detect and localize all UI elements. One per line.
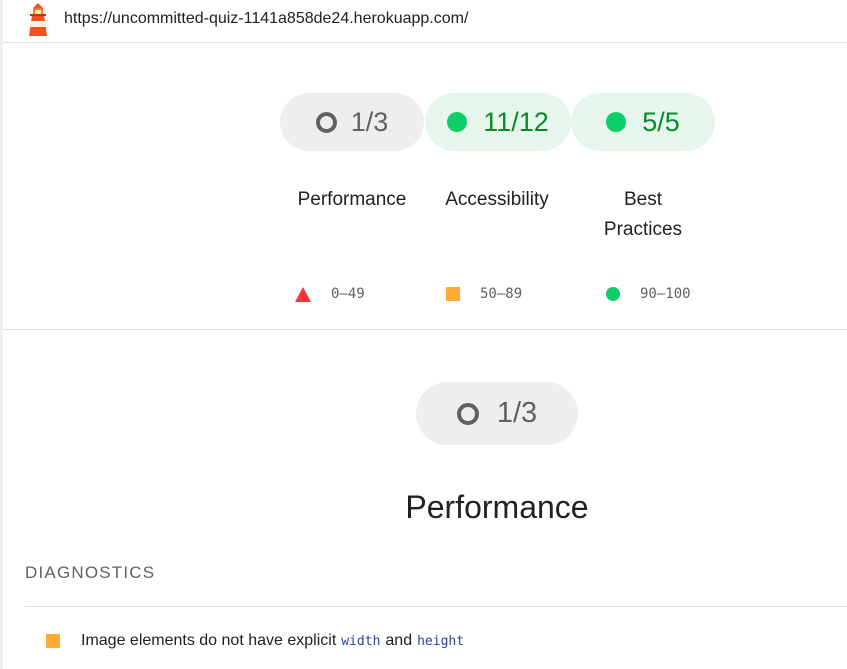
report-page: https://uncommitted-quiz-1141a858de24.he… [0,0,847,669]
report-topbar: https://uncommitted-quiz-1141a858de24.he… [3,0,847,43]
summary-divider [3,329,847,330]
lighthouse-icon [29,3,47,36]
audit-text-middle: and [385,632,413,649]
audit-code-height: height [417,633,465,649]
best-practices-label[interactable]: Best Practices [563,185,723,245]
audit-code-width: width [341,633,381,649]
audit-item[interactable]: Image elements do not have explicit widt… [25,623,847,659]
ring-icon [315,111,337,133]
performance-label[interactable]: Performance [272,185,432,215]
best-practices-score-pill[interactable]: 5/5 [571,93,715,151]
best-practices-label-line2: Practices [603,219,683,240]
performance-score: 1/3 [350,106,389,137]
ring-icon [456,402,479,425]
report-url-link[interactable]: https://uncommitted-quiz-1141a858de24.he… [64,10,468,28]
green-dot-icon [447,112,468,132]
accessibility-label[interactable]: Accessibility [417,185,577,215]
legend-average: 50–89 [446,286,522,302]
diagnostics-divider [25,606,847,607]
legend-average-range: 50–89 [480,286,523,302]
orange-square-icon [46,634,60,648]
legend-fail-range: 0–49 [331,286,365,302]
orange-square-icon [446,287,460,301]
accessibility-score-pill[interactable]: 11/12 [425,93,571,151]
legend-fail: 0–49 [295,286,365,302]
legend-pass: 90–100 [606,286,691,302]
best-practices-score: 5/5 [642,106,680,137]
section-title: Performance [405,489,589,525]
green-dot-icon [606,112,627,132]
legend-pass-range: 90–100 [640,286,691,302]
performance-gauge: 1/3 [416,382,578,445]
green-circle-icon [606,287,620,301]
diagnostics-heading: DIAGNOSTICS [25,563,156,582]
audit-text-before: Image elements do not have explicit [81,632,337,649]
accessibility-score: 11/12 [483,106,549,137]
performance-score-pill[interactable]: 1/3 [280,93,424,151]
red-triangle-icon [295,286,311,302]
best-practices-label-line1: Best [623,189,663,210]
performance-gauge-score: 1/3 [496,397,538,429]
